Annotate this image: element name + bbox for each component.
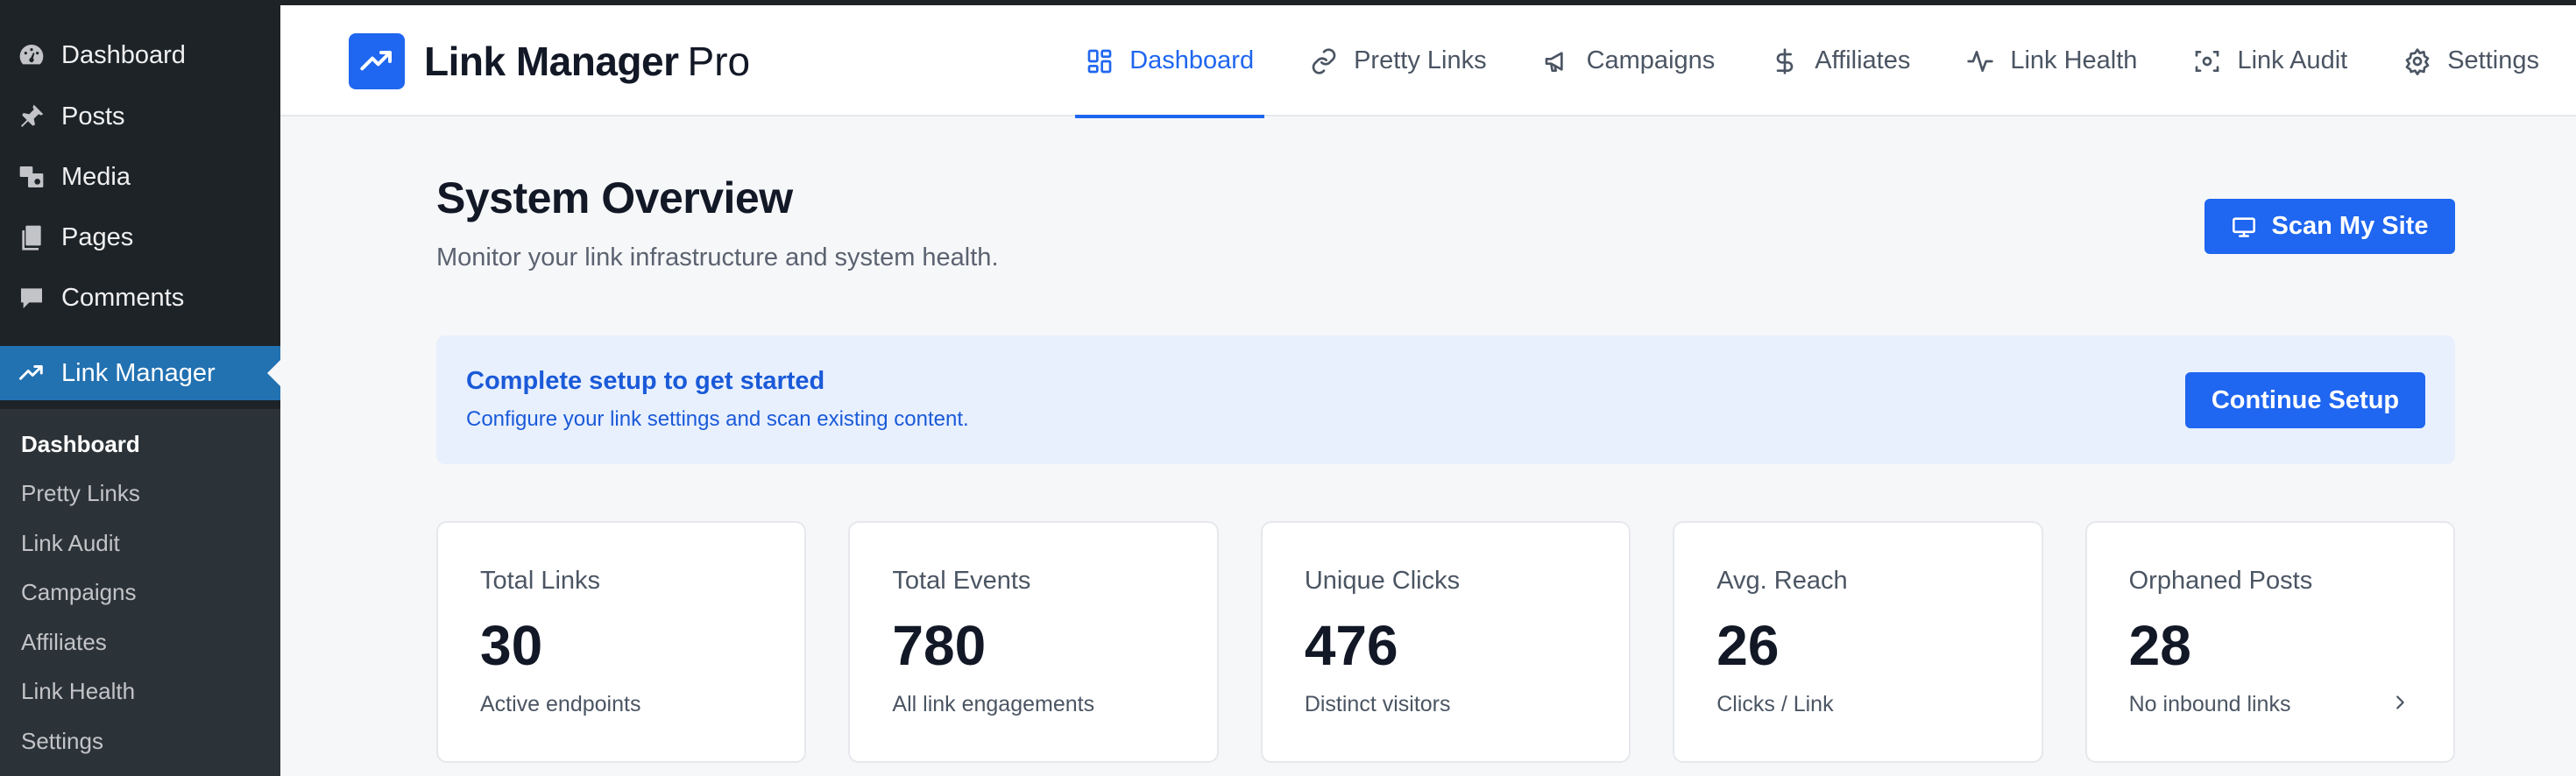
- wp-menu-label: Media: [61, 162, 131, 191]
- banner-title: Complete setup to get started: [466, 367, 825, 395]
- continue-setup-button[interactable]: Continue Setup: [2185, 372, 2425, 428]
- wp-menu-comments[interactable]: Comments: [0, 271, 280, 325]
- wp-submenu: Dashboard Pretty Links Link Audit Campai…: [0, 409, 280, 776]
- scan-button-label: Scan My Site: [2271, 212, 2429, 240]
- brand-logo: [349, 33, 405, 89]
- wp-menu-label: Comments: [61, 283, 185, 312]
- wp-submenu-settings[interactable]: Settings: [0, 716, 280, 766]
- scan-icon: [2193, 46, 2223, 76]
- stat-value: 476: [1304, 614, 1398, 677]
- stat-card-unique-clicks: Unique Clicks 476 Distinct visitors: [1260, 521, 1631, 763]
- tab-dashboard[interactable]: Dashboard: [1075, 5, 1264, 118]
- stat-caption: No inbound links: [2128, 692, 2291, 716]
- trend-up-icon: [360, 51, 392, 71]
- monitor-icon: [2232, 214, 2258, 240]
- link-icon: [1310, 46, 1340, 76]
- banner-text: Configure your link settings and scan ex…: [466, 407, 969, 431]
- stat-card-avg-reach: Avg. Reach 26 Clicks / Link: [1673, 521, 2043, 763]
- wp-menu-link-manager[interactable]: Link Manager: [0, 346, 280, 400]
- tab-link-health[interactable]: Link Health: [1956, 5, 2148, 116]
- wp-submenu-dashboard[interactable]: Dashboard: [0, 420, 280, 469]
- wp-menu-label: Dashboard: [61, 40, 186, 69]
- dollar-icon: [1771, 46, 1801, 76]
- tab-link-audit[interactable]: Link Audit: [2183, 5, 2358, 116]
- chevron-right-icon[interactable]: [2388, 691, 2411, 714]
- tab-pretty-links[interactable]: Pretty Links: [1299, 5, 1497, 116]
- wp-menu-media[interactable]: Media: [0, 150, 280, 204]
- wp-menu-posts[interactable]: Posts: [0, 89, 280, 144]
- stats-row: Total Links 30 Active endpoints Total Ev…: [436, 521, 2456, 763]
- tab-label: Campaigns: [1586, 46, 1716, 74]
- wp-submenu-link-health[interactable]: Link Health: [0, 667, 280, 717]
- gear-icon: [2403, 46, 2433, 76]
- app-header: Link Manager Pro Dashboard Pretty Links …: [280, 5, 2576, 118]
- tab-label: Link Audit: [2237, 46, 2348, 74]
- wp-submenu-affiliates[interactable]: Affiliates: [0, 617, 280, 667]
- tab-affiliates[interactable]: Affiliates: [1760, 5, 1921, 116]
- stat-card-orphaned-posts[interactable]: Orphaned Posts 28 No inbound links: [2084, 521, 2456, 763]
- wp-submenu-pretty-links[interactable]: Pretty Links: [0, 469, 280, 519]
- tab-label: Settings: [2447, 46, 2539, 74]
- brand-suffix: Pro: [687, 39, 751, 84]
- stat-value: 28: [2128, 614, 2191, 677]
- media-icon: [16, 161, 47, 193]
- pages-icon: [16, 222, 47, 253]
- stat-label: Total Events: [892, 567, 1031, 595]
- stat-value: 26: [1716, 614, 1780, 677]
- brand[interactable]: Link Manager Pro: [349, 33, 750, 89]
- tab-label: Affiliates: [1815, 46, 1911, 74]
- pulse-icon: [1966, 46, 1996, 76]
- page-title: System Overview: [436, 173, 793, 222]
- tab-settings[interactable]: Settings: [2393, 5, 2550, 116]
- trend-up-icon: [16, 357, 47, 389]
- wp-menu-dashboard[interactable]: Dashboard: [0, 28, 280, 82]
- tab-label: Pretty Links: [1354, 46, 1487, 74]
- megaphone-icon: [1543, 46, 1573, 76]
- wp-submenu-campaigns[interactable]: Campaigns: [0, 568, 280, 618]
- stat-caption: Distinct visitors: [1304, 692, 1451, 716]
- stat-label: Total Links: [480, 567, 601, 595]
- tab-label: Link Health: [2010, 46, 2138, 74]
- brand-name: Link Manager: [424, 39, 679, 84]
- stat-caption: Clicks / Link: [1716, 692, 1834, 716]
- stat-label: Avg. Reach: [1716, 567, 1848, 595]
- scan-my-site-button[interactable]: Scan My Site: [2204, 199, 2455, 254]
- main-nav: Dashboard Pretty Links Campaigns Affilia…: [1040, 5, 2550, 118]
- wp-menu-label: Link Manager: [61, 358, 216, 387]
- dashboard-gauge-icon: [16, 39, 47, 71]
- stat-caption: All link engagements: [892, 692, 1095, 716]
- wp-submenu-link-audit[interactable]: Link Audit: [0, 519, 280, 568]
- stat-value: 780: [892, 614, 987, 677]
- wp-menu-label: Posts: [61, 102, 125, 131]
- stat-label: Unique Clicks: [1304, 567, 1461, 595]
- setup-banner: Complete setup to get started Configure …: [436, 335, 2455, 464]
- stat-caption: Active endpoints: [480, 692, 641, 716]
- wp-menu-label: Pages: [61, 222, 134, 251]
- comment-bubble-icon: [16, 282, 47, 314]
- pushpin-icon: [16, 101, 47, 132]
- stat-label: Orphaned Posts: [2128, 567, 2313, 595]
- page-subtitle: Monitor your link infrastructure and sys…: [436, 243, 999, 272]
- dashboard-grid-icon: [1086, 46, 1115, 76]
- tab-campaigns[interactable]: Campaigns: [1532, 5, 1726, 116]
- stat-value: 30: [480, 614, 543, 677]
- stat-card-total-events: Total Events 780 All link engagements: [848, 521, 1219, 763]
- wp-menu-pages[interactable]: Pages: [0, 210, 280, 265]
- stat-card-total-links: Total Links 30 Active endpoints: [436, 521, 807, 763]
- tab-label: Dashboard: [1129, 46, 1255, 74]
